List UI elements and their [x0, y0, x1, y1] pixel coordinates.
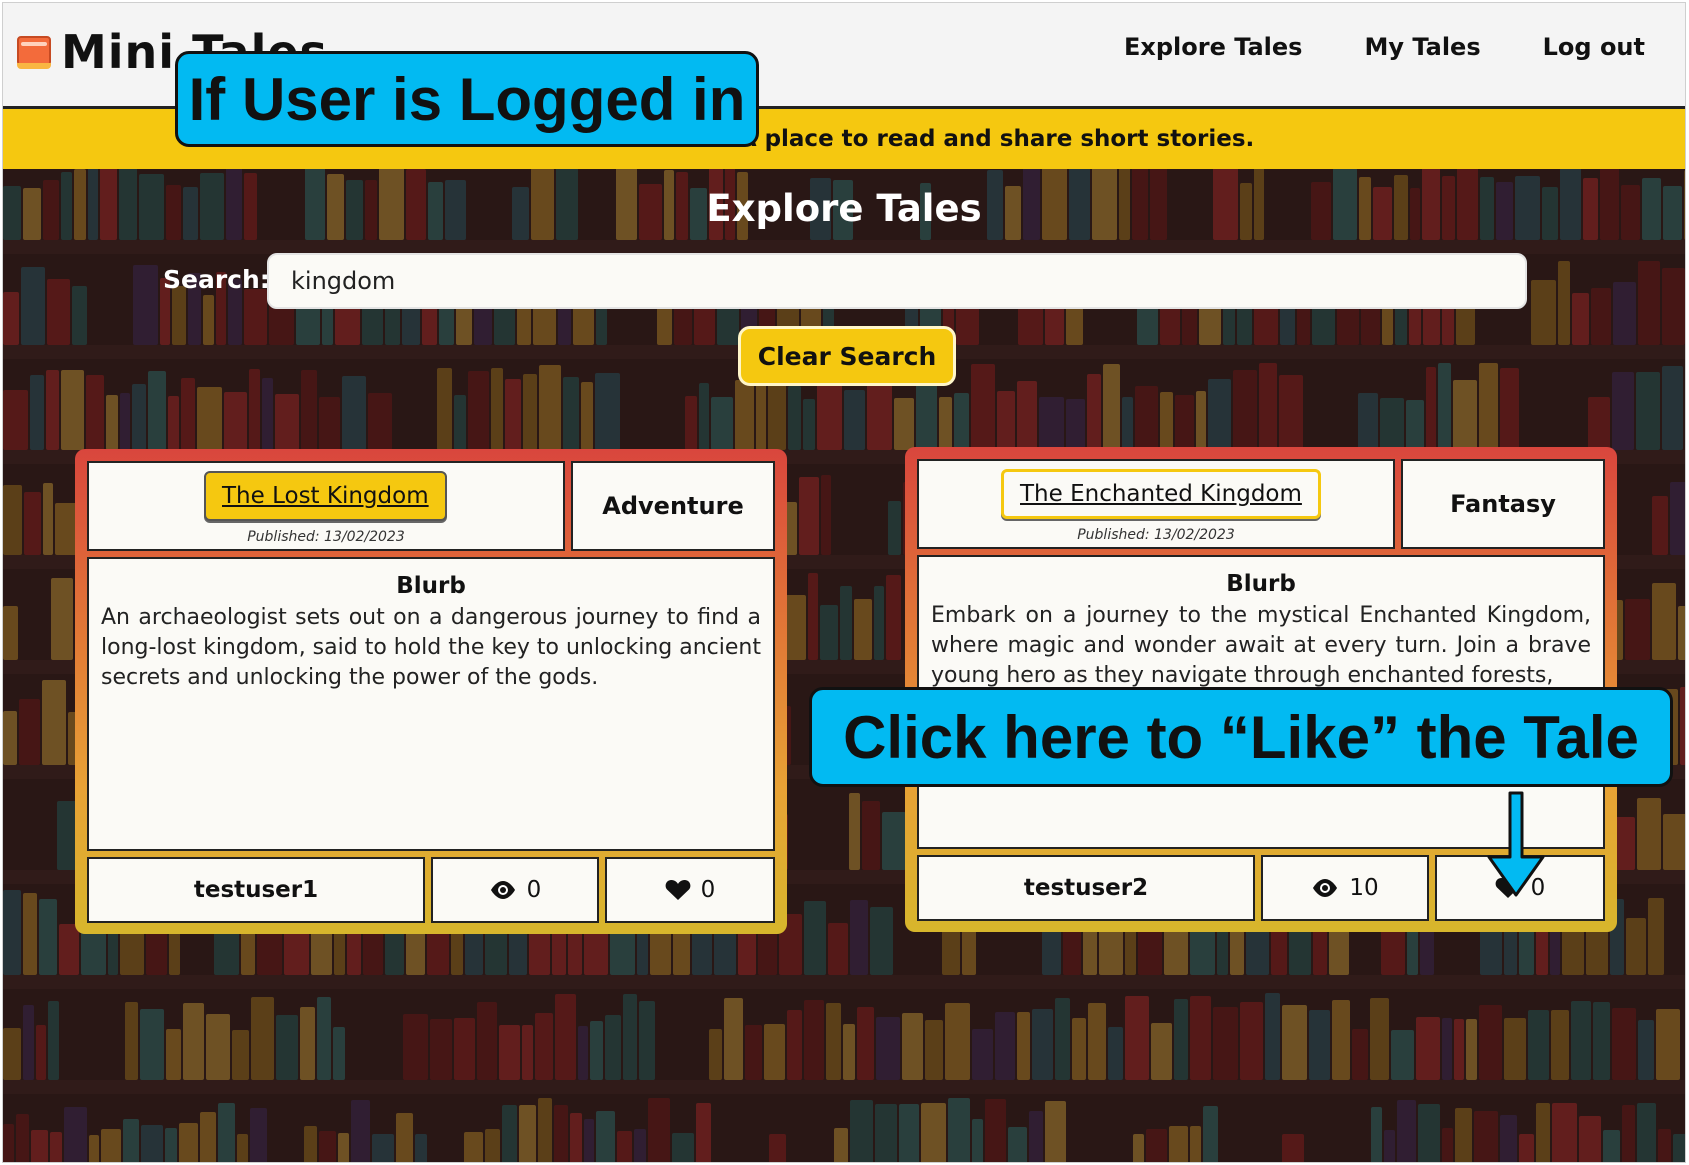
- tale-title-cell: The Enchanted Kingdom Published: 13/02/2…: [917, 459, 1395, 549]
- nav-explore-tales[interactable]: Explore Tales: [1124, 33, 1303, 61]
- published-date: Published: 13/02/2023: [247, 529, 405, 545]
- blurb-text: An archaeologist sets out on a dangerous…: [101, 605, 761, 690]
- tale-title-link[interactable]: The Enchanted Kingdom: [1001, 469, 1321, 519]
- author-name: testuser2: [917, 855, 1255, 921]
- logged-in-callout: If User is Logged in: [175, 51, 759, 147]
- like-callout: Click here to “Like” the Tale: [809, 687, 1673, 787]
- search-label: Search:: [163, 265, 270, 294]
- page-title: Explore Tales: [706, 187, 982, 230]
- arrow-down-icon: [1487, 791, 1545, 897]
- published-date: Published: 13/02/2023: [1077, 527, 1235, 543]
- book-logo-icon: [15, 32, 53, 72]
- genre-label: Fantasy: [1401, 459, 1605, 549]
- author-name: testuser1: [87, 857, 425, 923]
- blurb-text: Embark on a journey to the mystical Ench…: [931, 603, 1591, 688]
- nav-links: Explore Tales My Tales Log out: [1124, 33, 1645, 61]
- blurb-heading: Blurb: [396, 573, 466, 599]
- search-input[interactable]: [267, 253, 1527, 309]
- eye-icon: [489, 880, 517, 900]
- nav-log-out[interactable]: Log out: [1543, 33, 1645, 61]
- blurb-heading: Blurb: [1226, 571, 1296, 597]
- likes-count: 0: [700, 877, 716, 903]
- clear-search-button[interactable]: Clear Search: [738, 326, 956, 386]
- genre-label: Adventure: [571, 461, 775, 551]
- like-button[interactable]: 0: [605, 857, 775, 923]
- tale-title-cell: The Lost Kingdom Published: 13/02/2023: [87, 461, 565, 551]
- eye-icon: [1311, 878, 1339, 898]
- tale-title-link[interactable]: The Lost Kingdom: [204, 471, 447, 521]
- views-counter: 0: [431, 857, 599, 923]
- page: Mini Tales Explore Tales My Tales Log ou…: [2, 2, 1686, 1163]
- views-count: 0: [526, 877, 542, 903]
- views-counter: 10: [1261, 855, 1429, 921]
- tale-card: The Lost Kingdom Published: 13/02/2023 A…: [75, 449, 787, 934]
- nav-my-tales[interactable]: My Tales: [1364, 33, 1480, 61]
- blurb-cell: Blurb An archaeologist sets out on a dan…: [87, 557, 775, 851]
- views-count: 10: [1349, 875, 1379, 901]
- heart-icon: [665, 879, 691, 901]
